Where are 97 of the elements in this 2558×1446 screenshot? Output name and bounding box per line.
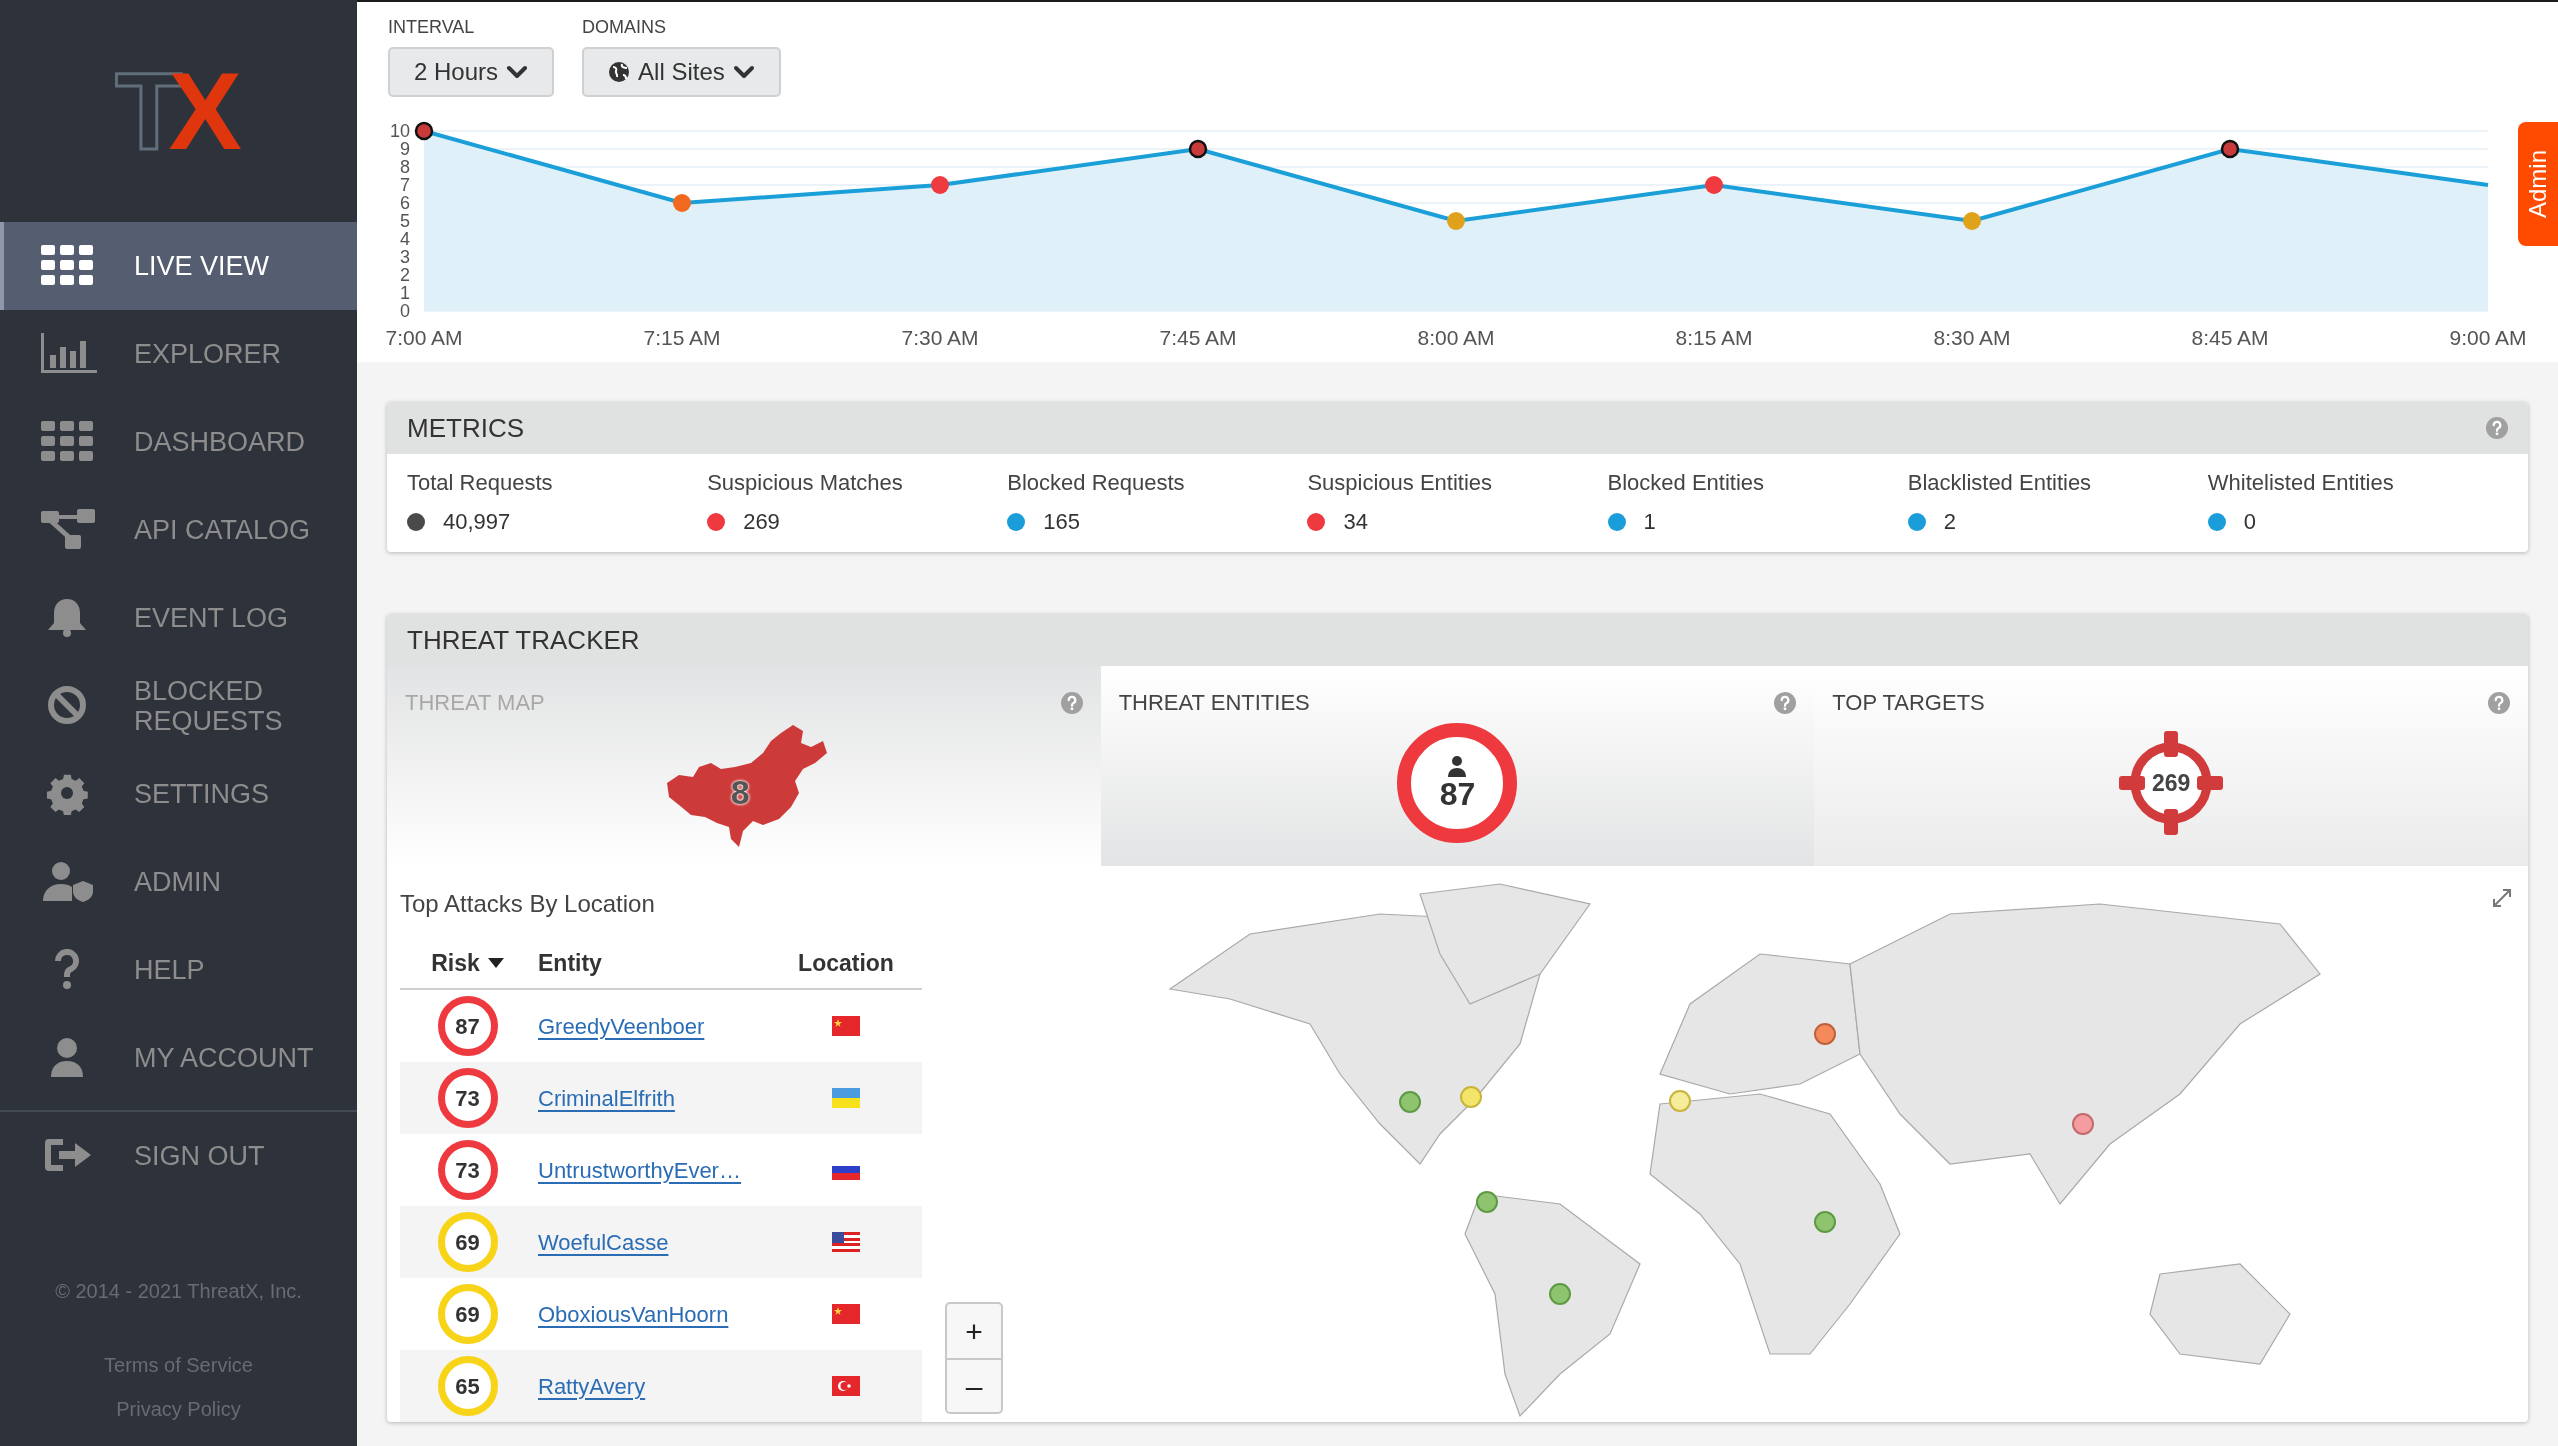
axis-label: 5 <box>400 211 410 231</box>
risk-score: 69 <box>437 1284 498 1344</box>
nav-item[interactable]: SETTINGS <box>0 750 357 838</box>
filter-label: DOMAINS <box>582 16 668 39</box>
axis-label: 0 <box>400 301 410 321</box>
risk-score: 73 <box>437 1140 498 1200</box>
metric-value: 269 <box>743 508 780 536</box>
data-point[interactable] <box>1188 139 1208 159</box>
panel-title: THREAT ENTITIES <box>1118 689 1310 717</box>
axis-label: 8:45 AM <box>2191 326 2269 349</box>
entity-link[interactable]: WoefulCasse <box>538 1229 669 1255</box>
expand-icon[interactable] <box>2492 888 2512 908</box>
data-point[interactable] <box>2220 139 2240 159</box>
axis-label: 4 <box>400 229 410 249</box>
entity-link[interactable]: GreedyVeenboer <box>538 1013 705 1039</box>
chevron-down-icon <box>732 65 755 79</box>
copyright-text: © 2014 - 2021 ThreatX, Inc. <box>55 1279 302 1304</box>
entity-link[interactable]: UntrustworthyEver… <box>538 1157 741 1183</box>
card-title: METRICS <box>407 411 524 445</box>
axis-label: 8 <box>400 157 410 177</box>
data-point[interactable] <box>414 121 434 141</box>
axis-label: 9:00 AM <box>2449 326 2527 349</box>
card-title: THREAT TRACKER <box>407 623 640 657</box>
count-label: 8 <box>730 772 750 813</box>
column-header[interactable]: Location <box>798 945 894 981</box>
risk-score: 65 <box>437 1356 498 1416</box>
nav-item[interactable]: EVENT LOG <box>0 574 357 662</box>
nav-item[interactable]: API CATALOG <box>0 486 357 574</box>
nav-item[interactable]: LIVE VIEW <box>0 222 357 310</box>
help-icon[interactable] <box>2486 417 2508 439</box>
help-icon[interactable] <box>1060 691 1083 714</box>
help-icon[interactable] <box>2488 691 2510 714</box>
admin-tab[interactable]: Admin <box>2518 122 2558 246</box>
flag-icon <box>832 1016 860 1036</box>
entity-link[interactable]: RattyAvery <box>538 1373 646 1399</box>
zoom-button[interactable]: – <box>947 1358 1001 1412</box>
flag-icon <box>832 1088 860 1108</box>
nav-item[interactable]: DASHBOARD <box>0 398 357 486</box>
metric-value: 165 <box>1043 508 1080 536</box>
metric-label: Suspicious Matches <box>707 469 904 497</box>
sort-caret-icon[interactable] <box>487 958 504 968</box>
flag-icon <box>832 1304 860 1324</box>
section-title: Top Attacks By Location <box>400 889 656 919</box>
panel-title: THREAT MAP <box>405 689 545 717</box>
flag-icon <box>832 1376 860 1396</box>
nav-item[interactable]: EXPLORER <box>0 310 357 398</box>
axis-label: 7:45 AM <box>1159 326 1237 349</box>
axis-label: 7:00 AM <box>385 326 463 349</box>
globe-icon <box>608 61 631 83</box>
nav-item[interactable]: BLOCKED REQUESTS <box>0 662 357 750</box>
connected-blocks-icon <box>41 509 97 551</box>
dropdown-button[interactable]: 2 Hours <box>388 47 555 97</box>
metric-value: 40,997 <box>443 508 511 536</box>
column-header[interactable]: Entity <box>538 949 602 976</box>
axis-label: 1 <box>400 283 410 303</box>
metric-label: Whitelisted Entities <box>2207 469 2395 497</box>
axis-label: 7:15 AM <box>643 326 721 349</box>
risk-score: 73 <box>437 1068 498 1128</box>
zoom-button[interactable]: + <box>947 1304 1001 1358</box>
metric-label: Total Requests <box>407 469 554 497</box>
axis-label: 3 <box>400 247 410 267</box>
risk-score: 69 <box>437 1212 498 1272</box>
user-icon <box>1446 755 1469 777</box>
chevron-down-icon <box>506 65 529 79</box>
axis-label: 8:30 AM <box>1933 326 2011 349</box>
metric-value: 1 <box>1643 508 1656 536</box>
nav-item[interactable]: ADMIN <box>0 838 357 926</box>
axis-label: 6 <box>400 193 410 213</box>
axis-label: 10 <box>389 121 410 141</box>
dropdown-button[interactable]: All Sites <box>582 47 781 97</box>
axis-label: 8:00 AM <box>1417 326 1495 349</box>
help-icon[interactable] <box>1774 691 1797 714</box>
metric-value: 34 <box>1343 508 1368 536</box>
filter-label: INTERVAL <box>388 16 476 39</box>
bar-chart-icon <box>41 333 97 375</box>
tracker-panel[interactable]: TOP TARGETS 269 <box>1814 666 2528 866</box>
metric-label: Suspicious Entities <box>1307 469 1494 497</box>
threat-count: 87 <box>1439 777 1476 811</box>
risk-score: 87 <box>437 996 498 1056</box>
axis-label: 7 <box>400 175 410 195</box>
axis-label: 9 <box>400 139 410 159</box>
axis-label: 2 <box>400 265 410 285</box>
metric-label: Blacklisted Entities <box>1907 469 2093 497</box>
axis-label: 8:15 AM <box>1675 326 1753 349</box>
metric-label: Blocked Entities <box>1607 469 1766 497</box>
nav-item[interactable]: MY ACCOUNT <box>0 1014 357 1102</box>
metric-label: Blocked Requests <box>1007 469 1186 497</box>
nav-item[interactable]: HELP <box>0 926 357 1014</box>
entity-link[interactable]: OboxiousVanHoorn <box>538 1301 729 1327</box>
flag-icon <box>832 1232 860 1252</box>
metric-value: 0 <box>2243 508 2257 536</box>
entity-link[interactable]: CriminalElfrith <box>538 1085 675 1111</box>
panel-title: TOP TARGETS <box>1832 689 1985 717</box>
axis-label: 7:30 AM <box>901 326 979 349</box>
sign-out-link[interactable]: SIGN OUT <box>0 1112 357 1200</box>
metric-value: 2 <box>1943 508 1956 536</box>
column-header[interactable]: Risk <box>431 945 480 981</box>
